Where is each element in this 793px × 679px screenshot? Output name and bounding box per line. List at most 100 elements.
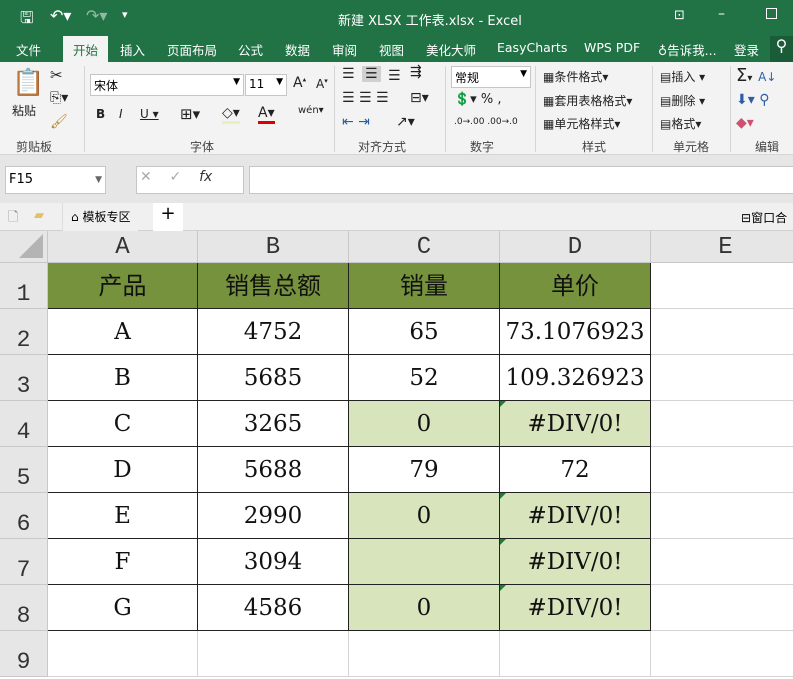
cell-D5[interactable]: 72 [500, 447, 651, 493]
tab-data[interactable]: 数据 [285, 40, 310, 59]
row-header-6[interactable]: 6 [0, 493, 48, 539]
function-icon[interactable]: fx [199, 169, 212, 185]
new-file-icon[interactable]: 🗋 [8, 208, 18, 230]
tab-insert[interactable]: 插入 [120, 40, 145, 59]
row-header-5[interactable]: 5 [0, 447, 48, 493]
clear-icon[interactable]: ◆▾ [736, 115, 754, 131]
cell-C4[interactable]: 0 [349, 401, 500, 447]
cell-styles-button[interactable]: ▦单元格样式▾ [543, 115, 620, 132]
insert-cells-button[interactable]: ▤插入 ▾ [660, 68, 705, 85]
number-format-select[interactable]: 常规 ▼ [451, 66, 531, 88]
cell-E9[interactable] [651, 631, 793, 677]
cancel-icon[interactable]: ✕ [140, 169, 152, 185]
font-color-icon[interactable]: A▾ [258, 105, 275, 124]
cell-B3[interactable]: 5685 [198, 355, 349, 401]
column-header-D[interactable]: D [500, 231, 651, 263]
cell-B1[interactable]: 销售总额 [198, 263, 349, 309]
paste-button[interactable]: 粘贴 [12, 102, 36, 119]
fill-icon[interactable]: ⬇▾ ⚲ [736, 92, 769, 108]
redo-icon[interactable]: ↷▾ [86, 6, 107, 25]
cell-B6[interactable]: 2990 [198, 493, 349, 539]
align-middle-icon[interactable]: ☰ [362, 66, 381, 82]
decimal-icons[interactable]: .0→.00 .00→.0 [454, 117, 518, 127]
paste-icon[interactable]: 📋 [12, 68, 44, 98]
window-merge-button[interactable]: ⊟窗口合 [741, 209, 787, 226]
cell-A9[interactable] [48, 631, 198, 677]
save-icon[interactable]: 🖫 [20, 7, 34, 34]
template-tab[interactable]: ⌂ 模板专区 [62, 203, 139, 231]
column-header-B[interactable]: B [198, 231, 349, 263]
cell-D1[interactable]: 单价 [500, 263, 651, 309]
share-user-icon[interactable]: ⚲ [770, 36, 793, 62]
tab-page-layout[interactable]: 页面布局 [167, 40, 217, 59]
font-size-select[interactable]: 11 ▼ [245, 74, 287, 96]
cell-D4[interactable]: #DIV/0! [500, 401, 651, 447]
cut-icon[interactable]: ✂ [50, 66, 63, 84]
ribbon-display-icon[interactable]: ⊡ [674, 8, 685, 23]
tab-wps-pdf[interactable]: WPS PDF [584, 40, 640, 55]
cell-E7[interactable] [651, 539, 793, 585]
conditional-format-button[interactable]: ▦条件格式▾ [543, 68, 608, 85]
cell-B9[interactable] [198, 631, 349, 677]
indent-icons[interactable]: ⇤ ⇥ [342, 114, 370, 130]
cell-E6[interactable] [651, 493, 793, 539]
cell-B7[interactable]: 3094 [198, 539, 349, 585]
enter-icon[interactable]: ✓ [170, 169, 182, 185]
column-header-C[interactable]: C [349, 231, 500, 263]
tab-easycharts[interactable]: EasyCharts [497, 40, 567, 55]
cell-C7[interactable] [349, 539, 500, 585]
row-header-1[interactable]: 1 [0, 263, 48, 309]
folder-icon[interactable]: ▰ [34, 208, 44, 223]
row-header-2[interactable]: 2 [0, 309, 48, 355]
sign-in[interactable]: 登录 [734, 40, 759, 59]
font-name-select[interactable]: 宋体 ▼ [90, 74, 244, 96]
phonetic-icon[interactable]: wén▾ [298, 105, 324, 116]
column-header-A[interactable]: A [48, 231, 198, 263]
fill-color-icon[interactable]: ◇▾ [222, 105, 240, 124]
italic-button[interactable]: I [119, 107, 123, 121]
tab-file[interactable]: 文件 [16, 40, 41, 59]
borders-icon[interactable]: ⊞▾ [180, 105, 200, 123]
row-header-3[interactable]: 3 [0, 355, 48, 401]
cell-A4[interactable]: C [48, 401, 198, 447]
cell-B8[interactable]: 4586 [198, 585, 349, 631]
decrease-font-icon[interactable]: A▾ [316, 77, 328, 91]
tab-formulas[interactable]: 公式 [238, 40, 263, 59]
cell-C1[interactable]: 销量 [349, 263, 500, 309]
align-bottom-icon[interactable]: ☰ [388, 68, 401, 84]
copy-icon[interactable]: ⎘▾ [50, 90, 68, 106]
cell-E2[interactable] [651, 309, 793, 355]
name-box[interactable]: F15 ▼ [5, 166, 106, 194]
cell-A6[interactable]: E [48, 493, 198, 539]
autosum-icon[interactable]: Σ▾ A↓ [736, 65, 776, 86]
cell-D9[interactable] [500, 631, 651, 677]
cell-E1[interactable] [651, 263, 793, 309]
cell-E4[interactable] [651, 401, 793, 447]
delete-cells-button[interactable]: ▤删除 ▾ [660, 92, 705, 109]
cell-B2[interactable]: 4752 [198, 309, 349, 355]
cell-C3[interactable]: 52 [349, 355, 500, 401]
bold-button[interactable]: B [96, 107, 105, 121]
cell-C9[interactable] [349, 631, 500, 677]
cell-A8[interactable]: G [48, 585, 198, 631]
cell-D7[interactable]: #DIV/0! [500, 539, 651, 585]
tell-me[interactable]: ♁告诉我... [658, 40, 717, 59]
underline-button[interactable]: U ▾ [140, 107, 159, 121]
add-tab-button[interactable]: + [153, 203, 183, 231]
cell-D6[interactable]: #DIV/0! [500, 493, 651, 539]
column-header-E[interactable]: E [651, 231, 793, 263]
cell-B5[interactable]: 5688 [198, 447, 349, 493]
cell-D8[interactable]: #DIV/0! [500, 585, 651, 631]
format-as-table-button[interactable]: ▦套用表格格式▾ [543, 92, 632, 109]
tab-review[interactable]: 审阅 [332, 40, 357, 59]
cell-C6[interactable]: 0 [349, 493, 500, 539]
currency-percent-comma[interactable]: 💲▾ % , [454, 92, 501, 107]
format-painter-icon[interactable]: 🖌 [50, 114, 68, 130]
align-left-icon[interactable]: ☰ ☰ ☰ [342, 90, 389, 106]
tab-beautify[interactable]: 美化大师 [426, 40, 476, 59]
customize-qat-icon[interactable]: ▾ [122, 8, 128, 21]
cell-A7[interactable]: F [48, 539, 198, 585]
formula-input[interactable] [249, 166, 793, 194]
cell-B4[interactable]: 3265 [198, 401, 349, 447]
align-top-icon[interactable]: ☰ [342, 66, 355, 82]
